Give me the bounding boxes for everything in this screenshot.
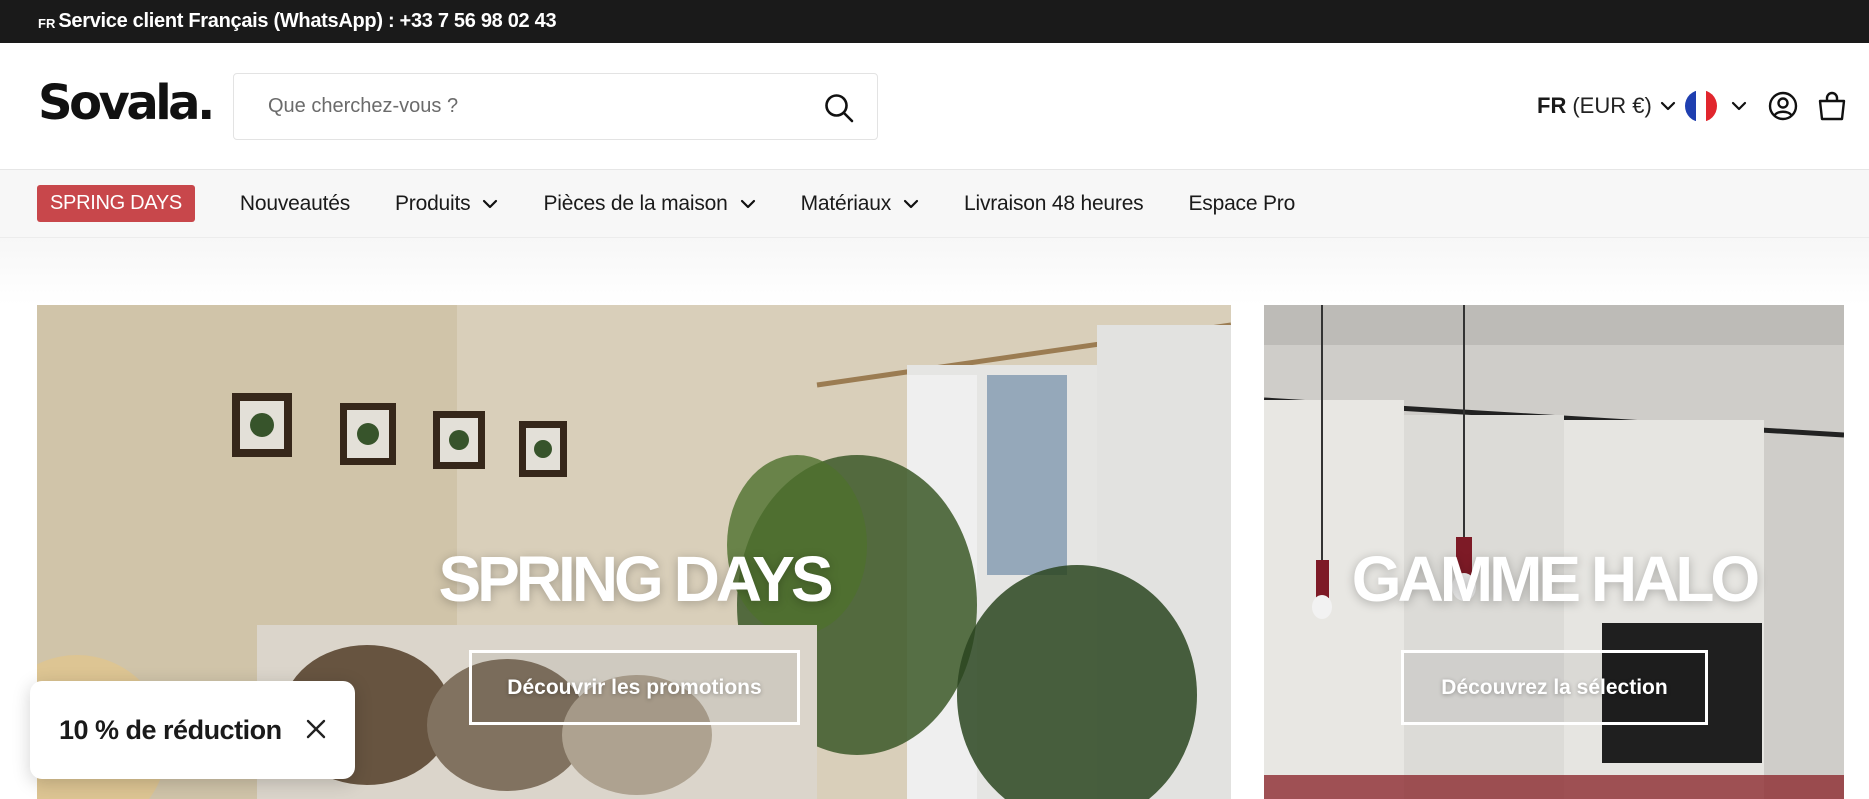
promo-banner-gamme-halo[interactable]: GAMME HALO Découvrez la sélection	[1264, 305, 1844, 799]
chevron-down-icon	[1660, 101, 1675, 111]
chevron-down-icon	[483, 199, 498, 208]
discover-selection-button[interactable]: Découvrez la sélection	[1401, 650, 1708, 725]
close-icon[interactable]	[304, 717, 328, 741]
site-header: Sovala. FR (EUR €)	[0, 43, 1869, 170]
section-spacer	[0, 238, 1869, 305]
banner-title: GAMME HALO	[1351, 543, 1760, 615]
currency-label: (EUR €)	[1572, 93, 1652, 118]
language-code: FR	[1537, 93, 1567, 118]
locale-selector[interactable]: FR (EUR €)	[1537, 93, 1676, 119]
nav-item-label: Espace Pro	[1188, 191, 1296, 215]
chevron-down-icon	[903, 199, 919, 208]
nav-item-label: Matériaux	[800, 191, 892, 215]
nav-item-livraison[interactable]: Livraison 48 heures	[964, 191, 1144, 216]
nav-item-produits[interactable]: Produits	[395, 192, 498, 216]
nav-item-nouveautes[interactable]: Nouveautés	[240, 192, 350, 216]
search-icon[interactable]	[823, 92, 855, 124]
announcement-bar: FR Service client Français (WhatsApp) : …	[0, 0, 1869, 43]
search-input[interactable]	[234, 95, 794, 118]
nav-item-label: Nouveautés	[239, 191, 350, 215]
account-icon[interactable]	[1767, 90, 1799, 122]
nav-item-label: Produits	[395, 191, 471, 215]
discount-text: 10 % de réduction	[59, 714, 282, 745]
chevron-down-icon	[740, 199, 755, 208]
nav-item-label: Pièces de la maison	[543, 191, 728, 215]
search-bar	[233, 73, 878, 140]
discover-promotions-button[interactable]: Découvrir les promotions	[469, 650, 800, 725]
nav-item-spring-days[interactable]: SPRING DAYS	[37, 185, 195, 222]
france-flag-icon	[1685, 90, 1717, 122]
banner-title: SPRING DAYS	[438, 543, 833, 615]
chevron-down-icon	[1731, 101, 1747, 111]
nav-item-materiaux[interactable]: Matériaux	[801, 192, 919, 216]
discount-popup[interactable]: 10 % de réduction	[30, 681, 355, 779]
customer-service-message[interactable]: Service client Français (WhatsApp) : +33…	[58, 10, 556, 33]
flag-code: FR	[38, 15, 56, 31]
nav-item-pieces-maison[interactable]: Pièces de la maison	[543, 192, 755, 216]
cart-bag-icon[interactable]	[1816, 90, 1848, 122]
main-navigation: SPRING DAYS Nouveautés Produits Pièces d…	[0, 170, 1869, 238]
country-selector[interactable]	[1685, 90, 1747, 122]
nav-item-espace-pro[interactable]: Espace Pro	[1188, 192, 1295, 216]
nav-item-label: Livraison 48 heures	[964, 191, 1144, 215]
site-logo[interactable]: Sovala.	[38, 79, 215, 127]
